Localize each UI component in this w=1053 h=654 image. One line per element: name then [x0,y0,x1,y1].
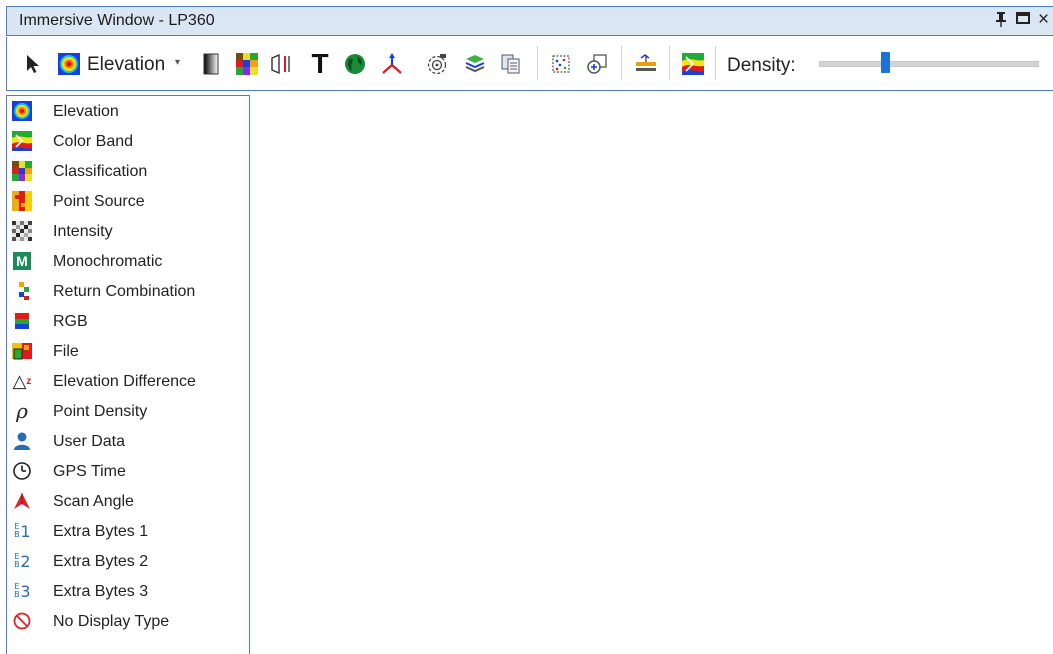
measure-height-icon[interactable] [633,52,659,76]
immersive-window: Immersive Window - LP360 × Elevation ▾ T [0,0,1053,654]
menu-item-label: Extra Bytes 2 [53,553,149,570]
rgb-icon [12,311,32,331]
menu-item-extra-bytes-1[interactable]: EB1 Extra Bytes 1 [7,518,249,548]
extra-bytes-number: 2 [20,551,31,571]
point-source-icon [12,191,32,211]
menu-item-extra-bytes-2[interactable]: EB2 Extra Bytes 2 [7,548,249,578]
extra-bytes-3-icon: EB3 [14,581,31,601]
menu-item-file[interactable]: File [7,338,249,368]
toolbar-separator [537,46,538,80]
copy-pages-icon[interactable] [499,52,523,76]
elevation-icon [12,101,32,121]
toolbar-separator [715,46,716,80]
delta-glyph: △ [12,370,27,391]
extra-bytes-number: 1 [20,521,31,541]
intensity-icon [12,221,32,241]
density-label: Density: [727,55,796,76]
menu-item-color-band[interactable]: Color Band [7,128,249,158]
menu-item-label: Classification [53,163,148,180]
extra-bytes-1-icon: EB1 [14,521,31,541]
rho-glyph: ρ [16,399,28,423]
z-superscript: z [26,375,32,387]
menu-item-label: Monochromatic [53,253,163,270]
gps-time-icon [12,461,32,481]
menu-item-label: File [53,343,79,360]
menu-item-label: Point Density [53,403,148,420]
text-tool-icon[interactable]: T [307,48,333,79]
target-camera-icon[interactable] [425,52,449,76]
monochromatic-glyph: M [16,253,28,269]
menu-item-label: Intensity [53,223,113,240]
select-arrow-icon[interactable] [22,52,44,76]
classification-grid-icon[interactable] [235,52,259,76]
file-icon [12,341,32,361]
close-icon[interactable]: × [1038,9,1049,31]
return-combination-icon [12,281,32,301]
window-title: Immersive Window - LP360 [19,12,215,29]
layers-icon[interactable] [463,52,487,76]
menu-item-gps-time[interactable]: GPS Time [7,458,249,488]
no-display-type-icon [12,611,32,631]
chevron-down-icon[interactable]: ▾ [175,57,180,68]
monochromatic-icon: M [13,252,31,270]
axis-orientation-icon[interactable] [379,52,405,76]
grayscale-gradient-icon[interactable] [201,52,221,76]
menu-item-label: RGB [53,313,88,330]
color-band-icon [12,131,32,151]
menu-item-extra-bytes-3[interactable]: EB3 Extra Bytes 3 [7,578,249,608]
menu-item-intensity[interactable]: Intensity [7,218,249,248]
elevation-difference-icon: △ z [12,371,32,391]
menu-item-label: No Display Type [53,613,170,630]
menu-item-elevation-difference[interactable]: △ z Elevation Difference [7,368,249,398]
menu-item-label: Scan Angle [53,493,134,510]
menu-item-label: GPS Time [53,463,126,480]
menu-item-scan-angle[interactable]: Scan Angle [7,488,249,518]
menu-item-label: Elevation [53,103,119,120]
menu-item-label: Color Band [53,133,134,150]
text-tool-glyph: T [311,48,329,79]
toolbar: Elevation ▾ T Density: [6,37,1053,91]
globe-icon[interactable] [343,52,367,76]
maximize-icon[interactable] [1016,11,1030,30]
toolbar-separator [669,46,670,80]
display-type-dropdown[interactable]: Elevation [87,54,165,76]
menu-item-return-combination[interactable]: Return Combination [7,278,249,308]
point-grid-icon[interactable] [549,52,573,76]
menu-item-label: Return Combination [53,283,196,300]
menu-item-monochromatic[interactable]: M Monochromatic [7,248,249,278]
menu-item-label: User Data [53,433,126,450]
point-density-icon: ρ [12,399,32,423]
scan-angle-icon [12,491,32,511]
density-slider-track[interactable] [819,61,1039,67]
menu-item-point-source[interactable]: Point Source [7,188,249,218]
menu-item-classification[interactable]: Classification [7,158,249,188]
menu-item-elevation[interactable]: Elevation [7,98,249,128]
menu-item-label: Elevation Difference [53,373,196,390]
elevation-display-icon[interactable] [57,52,81,76]
menu-item-no-display-type[interactable]: No Display Type [7,608,249,638]
title-bar: Immersive Window - LP360 × [6,6,1053,36]
menu-item-label: Extra Bytes 1 [53,523,149,540]
classification-icon [12,161,32,181]
menu-item-point-density[interactable]: ρ Point Density [7,398,249,428]
menu-item-label: Extra Bytes 3 [53,583,149,600]
extra-bytes-number: 3 [20,581,31,601]
density-slider-thumb[interactable] [881,52,890,73]
zoom-window-icon[interactable] [585,52,609,76]
menu-item-label: Point Source [53,193,145,210]
toolbar-separator [621,46,622,80]
menu-item-rgb[interactable]: RGB [7,308,249,338]
color-band-icon[interactable] [681,52,705,76]
extra-bytes-2-icon: EB2 [14,551,31,571]
pin-icon[interactable] [995,11,1007,32]
display-type-menu: Elevation Color Band Classification Poin… [6,95,250,654]
menu-item-user-data[interactable]: User Data [7,428,249,458]
user-data-icon [12,431,32,451]
profile-view-icon[interactable] [269,52,293,76]
